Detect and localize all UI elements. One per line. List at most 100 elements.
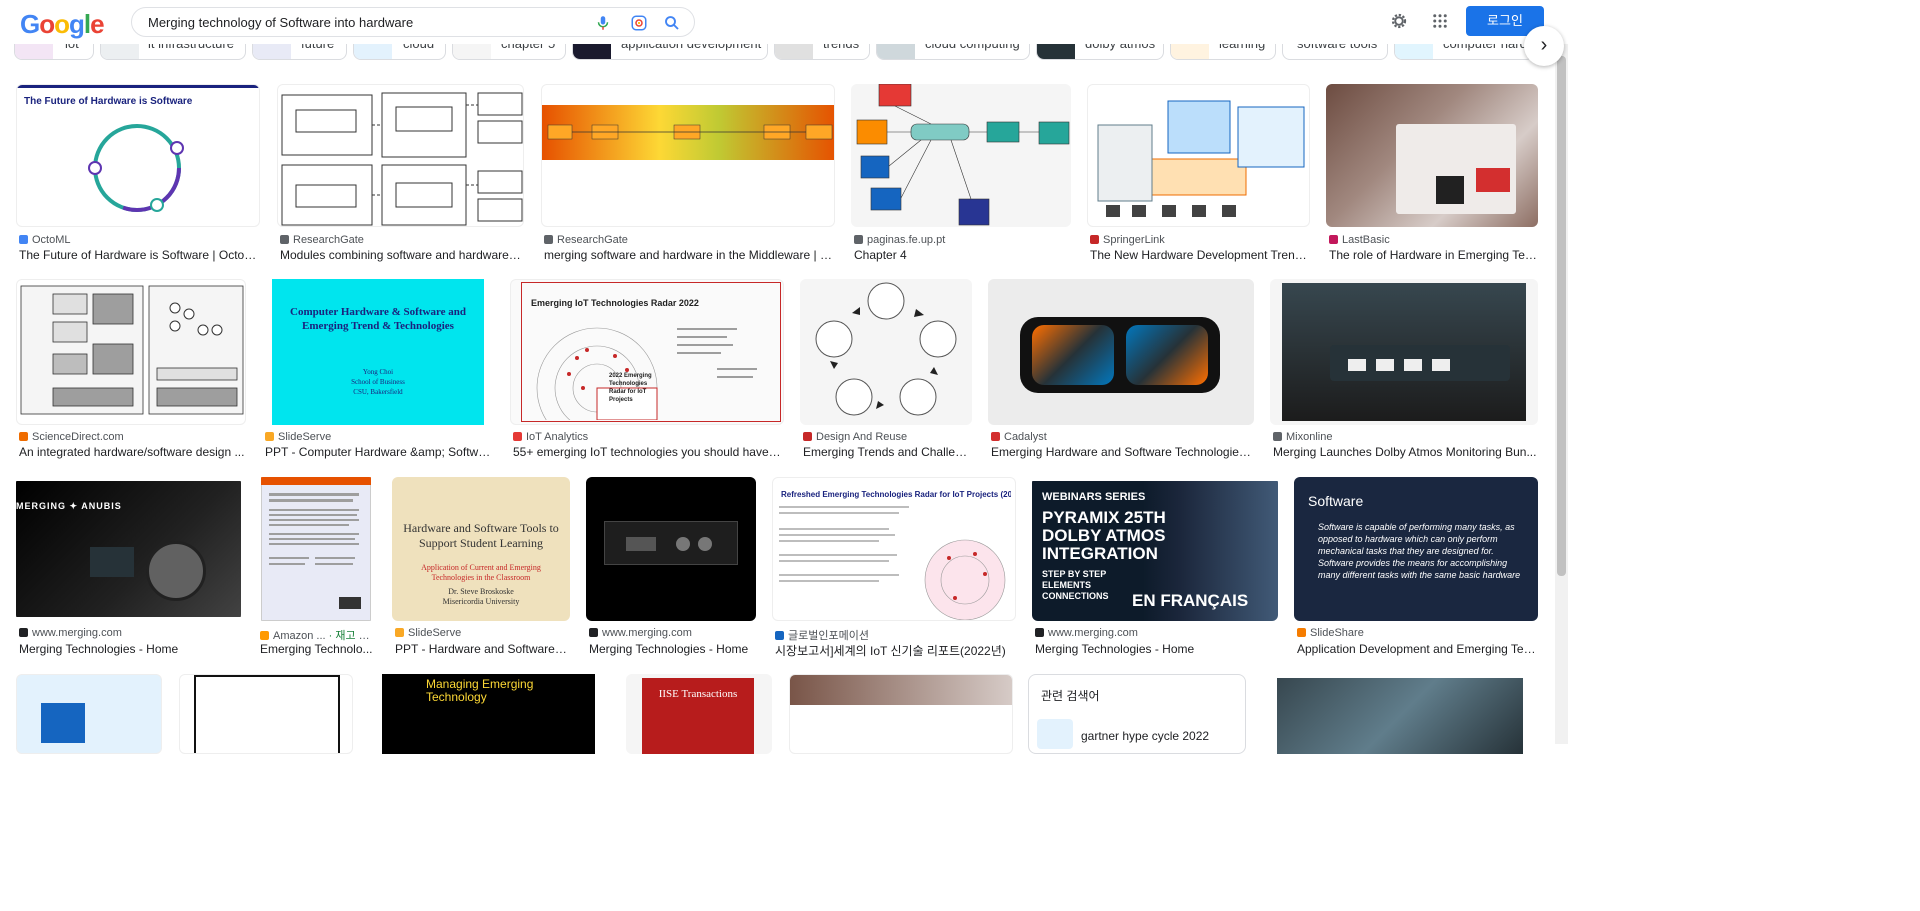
image-result[interactable]: Computer Hardware & Software and Emergin…: [262, 279, 494, 461]
result-title[interactable]: Application Development and Emerging Tec…: [1297, 642, 1537, 656]
result-source[interactable]: OctoML: [19, 234, 259, 246]
result-thumbnail[interactable]: [1087, 84, 1310, 227]
image-result[interactable]: The Future of Hardware is Software OctoM…: [16, 84, 260, 264]
result-thumbnail[interactable]: [1326, 84, 1538, 227]
image-result[interactable]: Cadalyst Emerging Hardware and Software …: [988, 279, 1254, 461]
image-result[interactable]: [789, 674, 1013, 754]
image-result[interactable]: Software Software is capable of performi…: [1294, 477, 1538, 659]
result-title[interactable]: Merging Technologies - Home: [589, 642, 755, 656]
image-result[interactable]: Amazon ... · 재고 있음 Emerging Technolo...: [257, 477, 375, 659]
result-title[interactable]: The role of Hardware in Emerging Tec...: [1329, 248, 1537, 262]
result-title[interactable]: The New Hardware Development Trend ...: [1090, 248, 1309, 262]
result-source[interactable]: IoT Analytics: [513, 431, 783, 443]
image-result[interactable]: MERGING ✦ ANUBIS www.merging.com Merging…: [16, 477, 241, 659]
result-title[interactable]: The Future of Hardware is Software | Oct…: [19, 248, 259, 262]
result-thumbnail[interactable]: IISE Transactions: [626, 674, 772, 754]
result-title[interactable]: Chapter 4: [854, 248, 1070, 262]
result-thumbnail[interactable]: [277, 84, 524, 227]
result-title[interactable]: Merging Technologies - Home: [19, 642, 240, 656]
result-title[interactable]: Emerging Technolo...: [260, 642, 374, 656]
result-source[interactable]: www.merging.com: [1035, 627, 1277, 639]
result-title[interactable]: 55+ emerging IoT technologies you should…: [513, 445, 783, 459]
lens-icon[interactable]: [630, 14, 648, 32]
result-source[interactable]: Design And Reuse: [803, 431, 971, 443]
apps-grid-icon[interactable]: [1431, 12, 1449, 30]
image-result[interactable]: ResearchGate Modules combining software …: [277, 84, 524, 264]
result-source[interactable]: paginas.fe.up.pt: [854, 234, 1070, 246]
image-result[interactable]: SpringerLink The New Hardware Developmen…: [1087, 84, 1310, 264]
result-title[interactable]: Emerging Trends and Challen...: [803, 445, 971, 459]
microphone-icon[interactable]: [594, 14, 612, 32]
image-result[interactable]: WEBINARS SERIES PYRAMIX 25TH DOLBY ATMOS…: [1032, 477, 1278, 659]
result-title[interactable]: An integrated hardware/software design .…: [19, 445, 245, 459]
result-source[interactable]: ResearchGate: [280, 234, 523, 246]
image-result[interactable]: Managing Emerging Technology: [370, 674, 609, 754]
result-thumbnail[interactable]: Hardware and Software Tools to Support S…: [392, 477, 570, 621]
result-thumbnail[interactable]: [1263, 674, 1537, 754]
result-thumbnail[interactable]: [586, 477, 756, 621]
result-source[interactable]: SpringerLink: [1090, 234, 1309, 246]
search-icon[interactable]: [663, 14, 681, 32]
image-result[interactable]: Emerging IoT Technologies Radar 2022 202…: [510, 279, 784, 461]
image-result[interactable]: ResearchGate merging software and hardwa…: [541, 84, 835, 264]
result-thumbnail[interactable]: [1270, 279, 1538, 425]
result-thumbnail[interactable]: Emerging IoT Technologies Radar 2022 202…: [510, 279, 784, 425]
chips-next-arrow-icon[interactable]: ›: [1524, 26, 1564, 66]
result-source[interactable]: SlideShare: [1297, 627, 1537, 639]
result-thumbnail[interactable]: The Future of Hardware is Software: [16, 84, 260, 227]
result-title[interactable]: Modules combining software and hardware,…: [280, 248, 523, 262]
result-thumbnail[interactable]: [988, 279, 1254, 425]
result-source[interactable]: Amazon ... · 재고 있음: [260, 627, 374, 643]
result-thumbnail[interactable]: Software Software is capable of performi…: [1294, 477, 1538, 621]
result-thumbnail[interactable]: [789, 674, 1013, 754]
result-thumbnail[interactable]: [800, 279, 972, 425]
search-box[interactable]: Merging technology of Software into hard…: [131, 7, 695, 37]
result-title[interactable]: PPT - Computer Hardware &amp; Softwar...: [265, 445, 493, 459]
result-thumbnail[interactable]: WEBINARS SERIES PYRAMIX 25TH DOLBY ATMOS…: [1032, 477, 1278, 621]
result-thumbnail[interactable]: [16, 674, 162, 754]
image-result[interactable]: IISE Transactions: [626, 674, 772, 754]
image-result[interactable]: Mixonline Merging Launches Dolby Atmos M…: [1270, 279, 1538, 461]
result-source[interactable]: LastBasic: [1329, 234, 1537, 246]
result-thumbnail[interactable]: [257, 477, 375, 621]
result-source[interactable]: www.merging.com: [589, 627, 755, 639]
result-thumbnail[interactable]: Computer Hardware & Software and Emergin…: [262, 279, 494, 425]
result-thumbnail[interactable]: [16, 279, 246, 425]
result-source[interactable]: www.merging.com: [19, 627, 240, 639]
google-logo[interactable]: Google: [20, 9, 105, 40]
result-source[interactable]: SlideServe: [265, 431, 493, 443]
search-input[interactable]: Merging technology of Software into hard…: [148, 15, 413, 30]
image-result[interactable]: [179, 674, 353, 754]
result-thumbnail[interactable]: [851, 84, 1071, 227]
scrollbar[interactable]: [1555, 44, 1568, 744]
result-title[interactable]: Merging Launches Dolby Atmos Monitoring …: [1273, 445, 1537, 459]
image-result[interactable]: [1263, 674, 1537, 754]
scrollbar-thumb[interactable]: [1557, 56, 1566, 576]
result-source[interactable]: SlideServe: [395, 627, 569, 639]
result-title[interactable]: Emerging Hardware and Software Technolog…: [991, 445, 1253, 459]
result-title[interactable]: merging software and hardware in the Mid…: [544, 248, 834, 262]
image-result[interactable]: [16, 674, 162, 754]
related-search-item[interactable]: gartner hype cycle 2022: [1081, 729, 1209, 743]
image-result[interactable]: Hardware and Software Tools to Support S…: [392, 477, 570, 659]
image-result[interactable]: paginas.fe.up.pt Chapter 4: [851, 84, 1071, 264]
result-title[interactable]: PPT - Hardware and Software T...: [395, 642, 569, 656]
result-thumbnail[interactable]: MERGING ✦ ANUBIS: [16, 477, 241, 621]
result-source[interactable]: ScienceDirect.com: [19, 431, 245, 443]
result-thumbnail[interactable]: [179, 674, 353, 754]
result-source[interactable]: Cadalyst: [991, 431, 1253, 443]
result-thumbnail[interactable]: [541, 84, 835, 227]
image-result[interactable]: ScienceDirect.com An integrated hardware…: [16, 279, 246, 461]
image-result[interactable]: www.merging.com Merging Technologies - H…: [586, 477, 756, 659]
image-result[interactable]: Design And Reuse Emerging Trends and Cha…: [800, 279, 972, 461]
image-result[interactable]: Refreshed Emerging Technologies Radar fo…: [772, 477, 1016, 659]
result-thumbnail[interactable]: Refreshed Emerging Technologies Radar fo…: [772, 477, 1016, 621]
result-thumbnail[interactable]: Managing Emerging Technology: [370, 674, 609, 754]
gear-icon[interactable]: [1390, 12, 1408, 30]
result-source[interactable]: ResearchGate: [544, 234, 834, 246]
result-title[interactable]: Merging Technologies - Home: [1035, 642, 1277, 656]
result-source[interactable]: 글로벌인포메이션: [775, 627, 1015, 643]
related-thumbnail[interactable]: [1037, 719, 1073, 749]
image-result[interactable]: LastBasic The role of Hardware in Emergi…: [1326, 84, 1538, 264]
result-source[interactable]: Mixonline: [1273, 431, 1537, 443]
